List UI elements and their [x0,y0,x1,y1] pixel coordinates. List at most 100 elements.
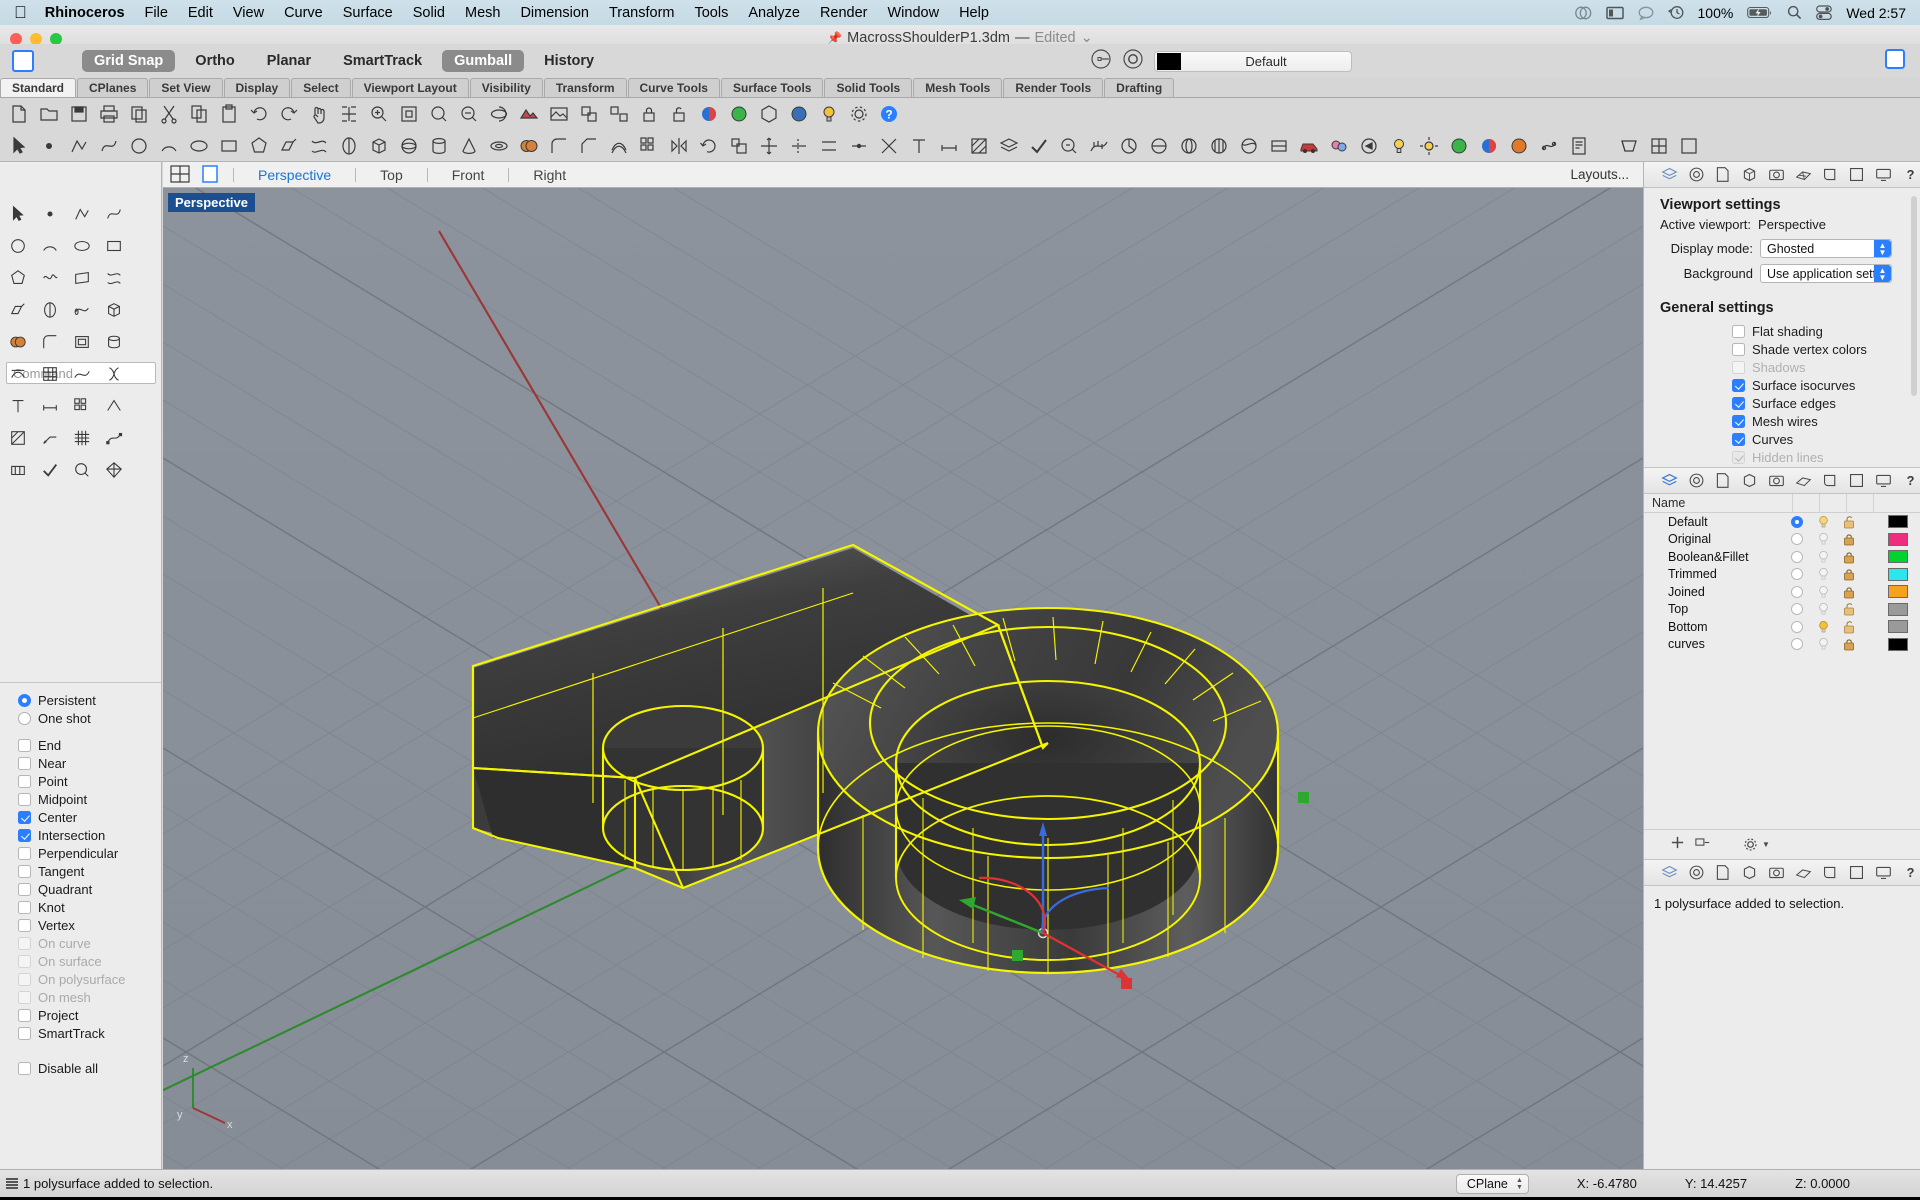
ungroup-icon[interactable] [604,100,634,128]
cplane-selector[interactable]: CPlane ▲ ▼ [1455,1173,1529,1194]
menu-mesh[interactable]: Mesh [465,5,500,21]
osnap-knot[interactable]: Knot [0,898,161,916]
open-file-icon[interactable] [34,100,64,128]
display-icon[interactable] [1605,6,1624,20]
fillet-edge-icon[interactable] [544,132,574,160]
gumball-scale-x-handle[interactable] [1121,978,1132,989]
palette-cage-icon[interactable] [34,358,66,390]
control-center-icon[interactable] [1816,5,1833,20]
viewport-settings-scrollbar[interactable] [1911,196,1917,396]
osnap-smarttrack[interactable]: SmartTrack [0,1024,161,1042]
layer-current-toggle[interactable] [1784,568,1810,581]
menu-analyze[interactable]: Analyze [748,5,800,21]
layer-color-swatch[interactable] [1888,620,1908,634]
chevron-updown-icon[interactable]: ▲ ▼ [1874,240,1891,257]
radio-current-layer[interactable] [1791,550,1803,563]
environment-icon[interactable] [1174,132,1204,160]
emap-icon[interactable] [1234,132,1264,160]
palette-polygon-icon[interactable] [2,262,34,294]
radio-current-layer[interactable] [1791,533,1803,546]
menu-file[interactable]: File [145,5,168,21]
layer-lock-toggle[interactable] [1836,585,1862,599]
tab-viewport-layout[interactable]: Viewport Layout [351,78,469,97]
tab-transform[interactable]: Transform [543,78,627,97]
point-icon[interactable] [34,132,64,160]
checkbox-quadrant[interactable] [18,882,31,896]
circle-icon[interactable] [124,132,154,160]
layer-current-toggle[interactable] [1784,585,1810,598]
checkbox-midpoint[interactable] [18,792,31,806]
document-icon-3[interactable] [1714,863,1733,882]
material-sphere-icon[interactable] [724,100,754,128]
cut-icon[interactable] [154,100,184,128]
checkbox-point[interactable] [18,774,31,788]
palette-dim-icon[interactable] [34,390,66,422]
layer-color-swatch[interactable] [1888,637,1908,651]
ellipse-icon[interactable] [184,132,214,160]
undo-icon[interactable] [244,100,274,128]
right-sidebar-toggle-button[interactable] [1884,48,1906,75]
lock-icon[interactable] [634,100,664,128]
layer-color-swatch[interactable] [1888,585,1908,599]
checkbox-intersection[interactable] [18,828,31,842]
layer-current-icon[interactable] [1122,48,1144,75]
apple-logo-icon[interactable]:  [14,4,27,21]
mesh-icon-2[interactable] [1794,471,1813,490]
palette-sweep-icon[interactable] [66,294,98,326]
pan-hand-icon[interactable] [304,100,334,128]
layer-visibility-toggle[interactable] [1810,585,1836,599]
osnap-mode-persistent[interactable]: Persistent [0,691,161,709]
layers-icon[interactable] [1660,165,1679,184]
battery-icon[interactable] [1747,6,1773,19]
hatch-icon[interactable] [964,132,994,160]
toggle-smarttrack[interactable]: SmartTrack [331,50,434,72]
tab-solid-tools[interactable]: Solid Tools [824,78,913,97]
light-icon[interactable] [1384,132,1414,160]
monitor-icon[interactable] [1874,165,1893,184]
help-panel-icon-3[interactable]: ? [1901,863,1920,882]
radio-current-layer[interactable] [1791,603,1803,616]
render-preview-icon[interactable] [544,100,574,128]
notes-content[interactable]: 1 polysurface added to selection. [1644,886,1920,911]
setting-flat-shading[interactable]: Flat shading [1644,322,1920,340]
tab-render-tools[interactable]: Render Tools [1003,78,1104,97]
checkbox-perpendicular[interactable] [18,846,31,860]
layer-visibility-toggle[interactable] [1810,637,1836,651]
paste-icon[interactable] [214,100,244,128]
layer-lock-toggle[interactable] [1836,532,1862,546]
table-row[interactable]: Bottom [1644,618,1920,636]
radio-current-layer[interactable] [1791,585,1803,598]
torus-icon[interactable] [484,132,514,160]
mesh-icon[interactable] [1794,165,1813,184]
tab-drafting[interactable]: Drafting [1104,78,1175,97]
checkbox-end[interactable] [18,738,31,752]
chamfer-icon[interactable] [574,132,604,160]
array-icon[interactable] [634,132,664,160]
texture-icon[interactable] [1474,132,1504,160]
properties-icon[interactable] [1687,165,1706,184]
checkbox-shade-vertex-colors[interactable] [1732,342,1745,356]
document-icon[interactable] [1714,165,1733,184]
palette-hatch-icon[interactable] [2,422,34,454]
layer-visibility-toggle[interactable] [1810,532,1836,546]
help-panel-icon-2[interactable]: ? [1901,471,1920,490]
table-row[interactable]: curves [1644,636,1920,654]
palette-revolve-icon[interactable] [34,294,66,326]
tab-set-view[interactable]: Set View [149,78,223,97]
menu-solid[interactable]: Solid [413,5,445,21]
display-panel-icon[interactable] [1848,165,1867,184]
camera-icon-3[interactable] [1767,863,1786,882]
checkbox-surface-isocurves[interactable] [1732,378,1745,392]
layer-color-swatch[interactable] [1888,550,1908,564]
extrude-curve-icon[interactable] [274,132,304,160]
osnap-point[interactable]: Point [0,772,161,790]
analyze-icon[interactable] [1054,132,1084,160]
rotate-icon[interactable] [694,132,724,160]
revolve-icon[interactable] [334,132,364,160]
new-file-icon[interactable] [4,100,34,128]
layer-target-icon[interactable] [1090,48,1112,75]
table-row[interactable]: Trimmed [1644,566,1920,584]
curve-icon[interactable] [94,132,124,160]
layer-visibility-toggle[interactable] [1810,515,1836,529]
osnap-perpendicular[interactable]: Perpendicular [0,844,161,862]
